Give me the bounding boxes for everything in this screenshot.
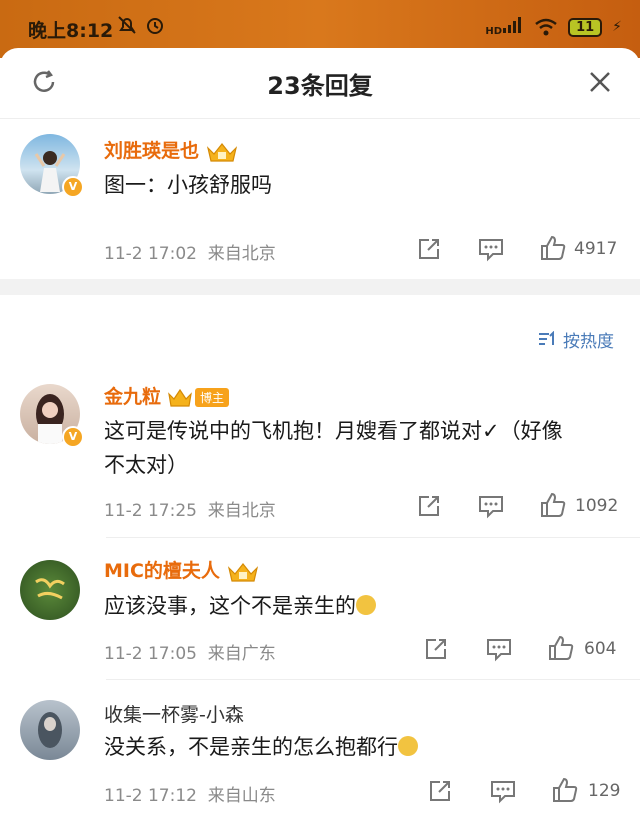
comment-icon[interactable] (489, 778, 517, 804)
share-icon[interactable] (416, 493, 442, 519)
verified-badge-icon: V (62, 176, 84, 198)
comment-location: 来自北京 (207, 244, 276, 264)
sort-button[interactable]: 按热度 (538, 327, 614, 352)
username[interactable]: 刘胜瑛是也 (104, 136, 239, 164)
like-icon[interactable] (551, 776, 579, 804)
blogger-badge: 博主 (195, 388, 230, 407)
username-label: 收集一杯雾-小森 (104, 704, 244, 726)
like-icon[interactable] (539, 491, 567, 519)
reply-text: 这可是传说中的飞机抱！月嫂看了都说对✓（好像 不太对） (104, 414, 563, 482)
reply-meta: 11-2 17:05 来自广东 (104, 639, 276, 664)
doge-emoji-icon (398, 736, 418, 756)
reply-text-line: 不太对） (104, 453, 188, 477)
verified-badge-icon: V (62, 426, 84, 448)
status-time: 晚上8:12 (28, 20, 114, 42)
share-icon[interactable] (416, 236, 442, 262)
like-icon[interactable] (539, 234, 567, 262)
like-count: 4917 (574, 239, 618, 259)
avatar[interactable] (20, 560, 80, 620)
network-label: HD (485, 26, 503, 37)
reply-time: 11-2 17:05 (104, 644, 197, 664)
alarm-icon (147, 18, 164, 34)
crown-icon (168, 388, 192, 407)
row-divider (106, 679, 640, 680)
crown-icon (227, 562, 258, 582)
replies-sheet: 23条回复 V 刘胜瑛是也 图一：小孩舒服吗 11-2 17:02 来自北京 4… (0, 48, 640, 819)
comment-meta: 11-2 17:02 来自北京 (104, 239, 276, 264)
reply-text: 应该没事，这个不是亲生的 (104, 589, 376, 623)
comment-icon[interactable] (477, 236, 505, 262)
like-count: 1092 (575, 496, 619, 516)
username[interactable]: 金九粒 博主 (104, 382, 230, 409)
username[interactable]: 收集一杯雾-小森 (104, 700, 244, 727)
reply-text-content: 应该没事，这个不是亲生的 (104, 594, 356, 618)
hd-signal-icon: HD (485, 16, 524, 38)
reply-text-content: 没关系，不是亲生的怎么抱都行 (104, 735, 398, 759)
reply-text: 没关系，不是亲生的怎么抱都行 (104, 730, 418, 764)
username-label: 刘胜瑛是也 (104, 140, 200, 162)
page-title: 23条回复 (267, 72, 373, 100)
reply-time: 11-2 17:12 (104, 786, 197, 806)
doge-emoji-icon (356, 595, 376, 615)
reply-location: 来自广东 (207, 644, 276, 664)
charging-icon: ⚡ (612, 19, 622, 35)
like-icon[interactable] (547, 634, 575, 662)
reply-location: 来自山东 (207, 786, 276, 806)
username[interactable]: MIC的檀夫人 (104, 556, 260, 584)
row-divider (106, 537, 640, 538)
reply-meta: 11-2 17:12 来自山东 (104, 781, 276, 806)
mute-bell-icon (118, 16, 136, 34)
wifi-icon (535, 18, 557, 36)
reply-location: 来自北京 (207, 501, 276, 521)
reply-text-line: 这可是传说中的飞机抱！月嫂看了都说对✓（好像 (104, 419, 563, 443)
share-icon[interactable] (427, 778, 453, 804)
signal-bars-icon (503, 17, 522, 33)
comment-icon[interactable] (477, 493, 505, 519)
like-count: 129 (588, 781, 621, 801)
comment-text: 图一：小孩舒服吗 (104, 173, 272, 197)
username-label: MIC的檀夫人 (104, 560, 220, 582)
crown-icon (206, 142, 238, 162)
comment-time: 11-2 17:02 (104, 244, 197, 264)
sheet-header: 23条回复 (0, 48, 640, 119)
reply-time: 11-2 17:25 (104, 501, 197, 521)
avatar-image (38, 712, 62, 748)
sort-icon (538, 330, 554, 345)
like-count: 604 (584, 639, 617, 659)
comment-icon[interactable] (485, 636, 513, 662)
sort-label: 按热度 (563, 332, 614, 352)
avatar[interactable] (20, 700, 80, 760)
username-label: 金九粒 (104, 386, 162, 408)
close-icon[interactable] (586, 68, 614, 96)
section-divider (0, 279, 640, 295)
battery-indicator: 11 (568, 17, 603, 37)
avatar-image (35, 578, 65, 600)
share-icon[interactable] (423, 636, 449, 662)
reply-meta: 11-2 17:25 来自北京 (104, 496, 276, 521)
